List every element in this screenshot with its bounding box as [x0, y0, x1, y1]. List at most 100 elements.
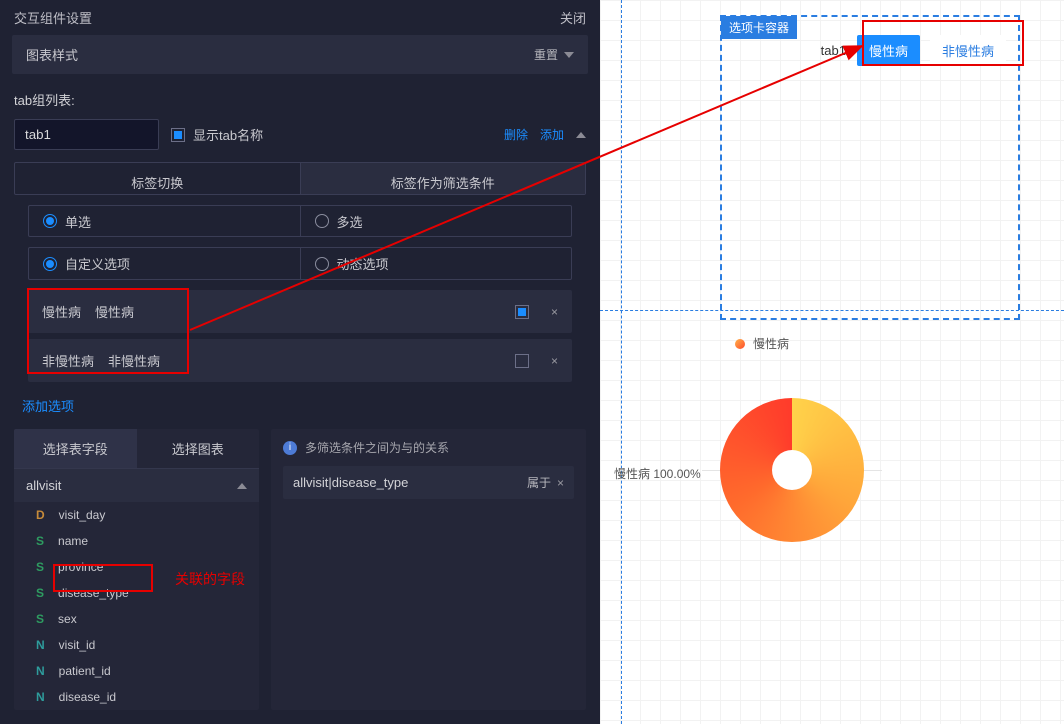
field-type-icon: N: [36, 664, 45, 678]
checkbox-icon: [171, 128, 185, 142]
field-panel: 选择表字段 选择图表 allvisit Dvisit_day Sname Spr…: [14, 429, 259, 710]
tab-group-row: 显示tab名称 删除 添加: [0, 119, 600, 158]
option-row[interactable]: 非慢性病 非慢性病 ×: [28, 339, 572, 382]
chart-style-label: 图表样式: [26, 45, 78, 64]
settings-panel: 交互组件设置 关闭 图表样式 重置 tab组列表: 显示tab名称 删除 添加 …: [0, 0, 600, 724]
option-val: 慢性病: [95, 302, 134, 321]
lower-config: 选择表字段 选择图表 allvisit Dvisit_day Sname Spr…: [0, 429, 600, 724]
radio-multi-label: 多选: [337, 212, 363, 231]
subtab-filter[interactable]: 标签作为筛选条件: [301, 163, 586, 194]
chevron-up-icon: [237, 483, 247, 489]
tab-container-card[interactable]: 选项卡容器 tab1 慢性病 非慢性病: [720, 15, 1020, 320]
canvas-area: 选项卡容器 tab1 慢性病 非慢性病: [600, 0, 1064, 724]
card-tag: 选项卡容器: [721, 16, 797, 39]
radio-dynamic-label: 动态选项: [337, 254, 389, 273]
info-icon: i: [283, 441, 297, 455]
reset-label: 重置: [534, 46, 558, 63]
field-list: Dvisit_day Sname Sprovince Sdisease_type…: [14, 502, 259, 710]
field-name: province: [58, 560, 103, 574]
subtab-switch[interactable]: 标签切换: [15, 163, 301, 194]
field-item[interactable]: Dvisit_day: [14, 502, 259, 528]
field-item[interactable]: Sname: [14, 528, 259, 554]
radio-icon: [315, 214, 329, 228]
option-delete-icon[interactable]: ×: [551, 354, 558, 368]
radio-single-label: 单选: [65, 212, 91, 231]
field-item[interactable]: Sprovince: [14, 554, 259, 580]
field-item[interactable]: Nvisit_id: [14, 632, 259, 658]
chevron-down-icon: [564, 52, 574, 58]
select-mode-radiogroup: 单选 多选: [28, 205, 572, 238]
radio-multi[interactable]: 多选: [301, 206, 572, 237]
chart-legend: 慢性病: [735, 335, 789, 352]
panel-title: 交互组件设置: [14, 8, 92, 27]
option-key: 非慢性病: [42, 351, 94, 370]
tab-group-label: tab1: [821, 43, 846, 58]
field-item[interactable]: Ndisease_id: [14, 684, 259, 710]
reset-button[interactable]: 重置: [534, 46, 574, 63]
field-name: visit_id: [59, 638, 96, 652]
field-type-icon: S: [36, 560, 44, 574]
delete-tab-link[interactable]: 删除: [504, 126, 528, 143]
table-name-row[interactable]: allvisit: [14, 469, 259, 502]
show-tab-name-label: 显示tab名称: [193, 125, 263, 144]
mode-subtabs: 标签切换 标签作为筛选条件: [14, 162, 586, 195]
field-name: sex: [58, 612, 77, 626]
tab-name-input[interactable]: [14, 119, 159, 150]
radio-icon: [315, 257, 329, 271]
filter-delete-icon[interactable]: ×: [557, 476, 564, 490]
option-delete-icon[interactable]: ×: [551, 305, 558, 319]
field-type-icon: S: [36, 534, 44, 548]
field-type-icon: N: [36, 690, 45, 704]
tab-chronic[interactable]: 慢性病: [857, 35, 920, 66]
field-type-icon: N: [36, 638, 45, 652]
chevron-up-icon[interactable]: [576, 132, 586, 138]
field-tabs: 选择表字段 选择图表: [14, 429, 259, 469]
panel-header: 交互组件设置 关闭: [0, 0, 600, 35]
field-type-icon: S: [36, 586, 44, 600]
donut-chart[interactable]: [720, 398, 864, 542]
field-name: patient_id: [59, 664, 111, 678]
show-tab-name-checkbox[interactable]: 显示tab名称: [171, 125, 263, 144]
legend-label: 慢性病: [753, 335, 789, 352]
option-val: 非慢性病: [108, 351, 160, 370]
field-item[interactable]: Sdisease_type: [14, 580, 259, 606]
close-button[interactable]: 关闭: [560, 8, 586, 27]
table-name-label: allvisit: [26, 478, 61, 493]
radio-single[interactable]: 单选: [29, 206, 301, 237]
field-name: disease_type: [58, 586, 129, 600]
field-type-icon: D: [36, 508, 45, 522]
tab-select-chart[interactable]: 选择图表: [137, 429, 260, 468]
field-item[interactable]: Ssex: [14, 606, 259, 632]
field-item[interactable]: Npatient_id: [14, 658, 259, 684]
legend-swatch-icon: [735, 339, 745, 349]
tab-group-actions: 删除 添加: [504, 126, 586, 143]
custom-option-list: 慢性病 慢性病 × 非慢性病 非慢性病 ×: [28, 290, 572, 388]
filter-panel: i 多筛选条件之间为与的关系 allvisit|disease_type 属于 …: [271, 429, 586, 710]
field-type-icon: S: [36, 612, 44, 626]
filter-chip[interactable]: allvisit|disease_type 属于 ×: [283, 466, 574, 499]
field-name: name: [58, 534, 88, 548]
radio-icon: [43, 214, 57, 228]
radio-icon: [43, 257, 57, 271]
radio-custom-label: 自定义选项: [65, 254, 130, 273]
filter-hint-text: 多筛选条件之间为与的关系: [305, 439, 449, 456]
radio-dynamic[interactable]: 动态选项: [301, 248, 572, 279]
filter-expression: allvisit|disease_type: [293, 475, 408, 490]
tab-nonchronic[interactable]: 非慢性病: [930, 35, 1006, 66]
tab-group-list-label: tab组列表:: [0, 82, 600, 119]
tab-select-field[interactable]: 选择表字段: [14, 429, 137, 468]
add-option-link[interactable]: 添加选项: [22, 396, 578, 415]
guide-line: [621, 0, 622, 724]
radio-custom[interactable]: 自定义选项: [29, 248, 301, 279]
field-name: disease_id: [59, 690, 116, 704]
option-key: 慢性病: [42, 302, 81, 321]
option-default-checkbox[interactable]: [515, 354, 529, 368]
add-tab-link[interactable]: 添加: [540, 126, 564, 143]
filter-relation-label: 属于: [527, 474, 551, 491]
option-default-checkbox[interactable]: [515, 305, 529, 319]
option-row[interactable]: 慢性病 慢性病 ×: [28, 290, 572, 333]
donut-value-label: 慢性病 100.00%: [614, 465, 701, 482]
option-source-radiogroup: 自定义选项 动态选项: [28, 247, 572, 280]
chart-style-row[interactable]: 图表样式 重置: [12, 35, 588, 74]
filter-hint: i 多筛选条件之间为与的关系: [271, 429, 586, 466]
